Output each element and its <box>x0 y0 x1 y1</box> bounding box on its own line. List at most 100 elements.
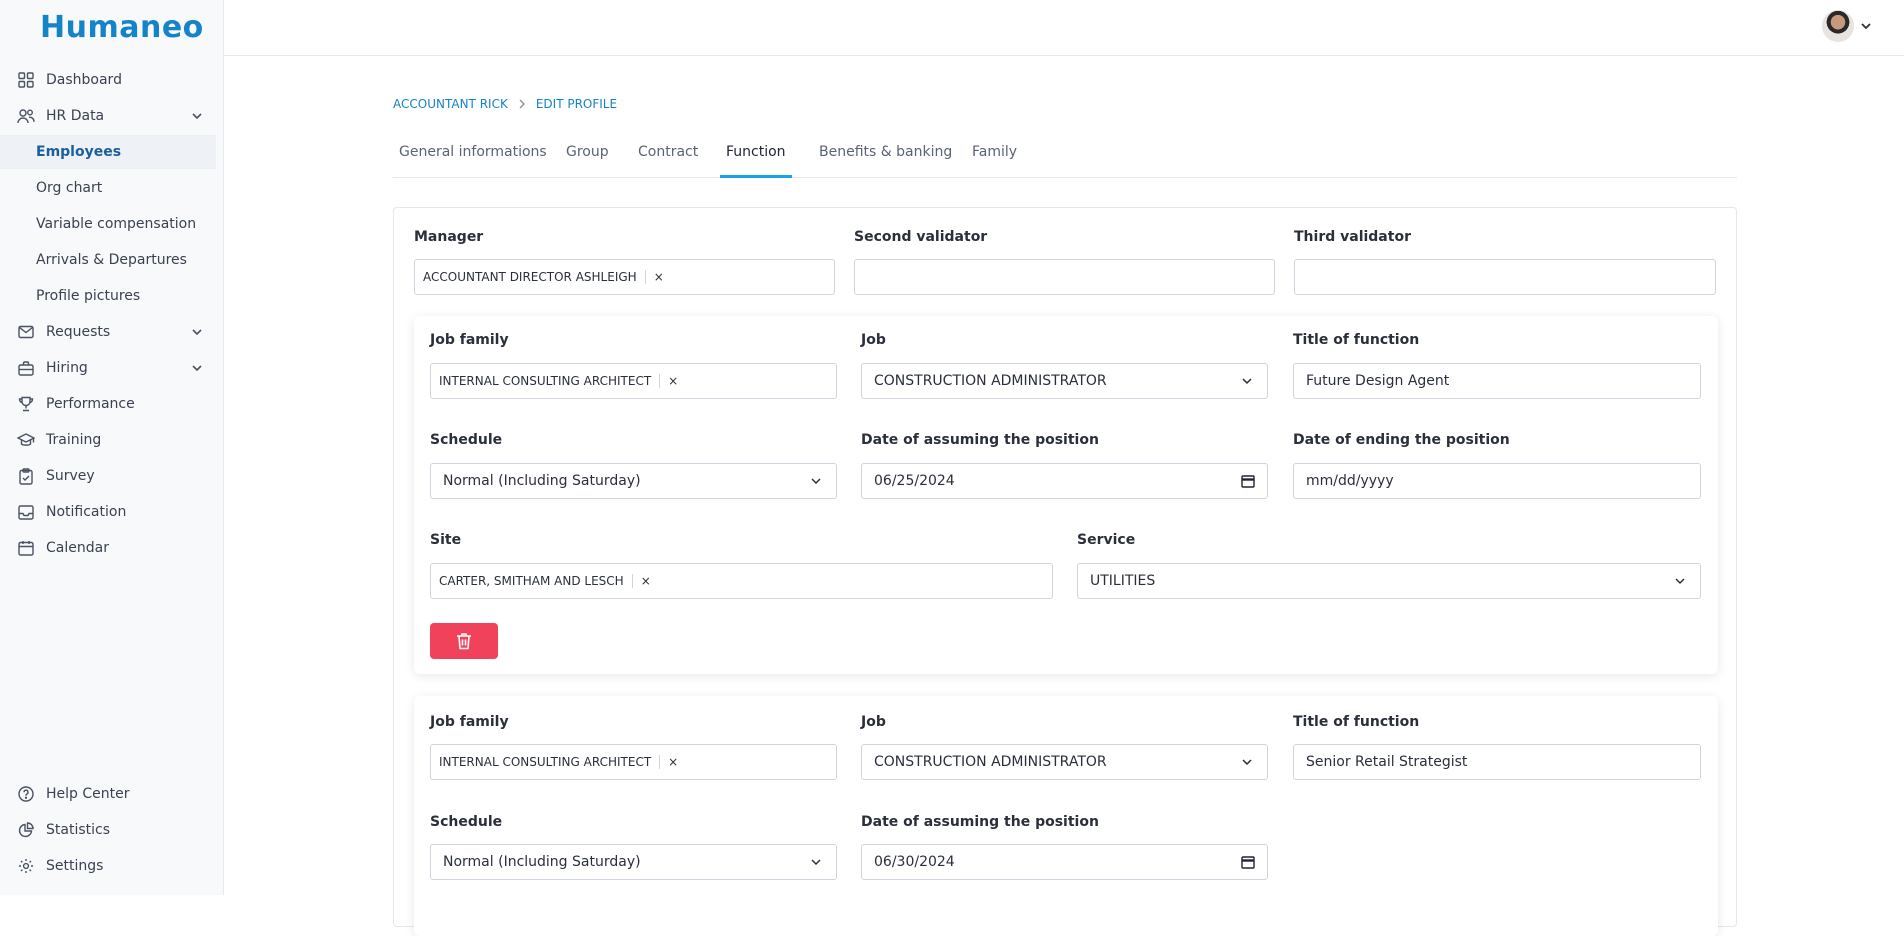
avatar[interactable] <box>1822 10 1854 42</box>
schedule-select[interactable]: Normal (Including Saturday) <box>430 463 837 499</box>
sidebar-item-hr-data[interactable]: HR Data <box>0 98 224 134</box>
job-family-label: Job family <box>430 332 509 348</box>
delete-function-button[interactable] <box>430 623 498 659</box>
site-label: Site <box>430 532 462 548</box>
function-block: Job family INTERNAL CONSULTING ARCHITECT… <box>414 316 1718 674</box>
start-date-input[interactable]: 06/30/2024 <box>861 844 1268 880</box>
remove-tag-button[interactable]: × <box>659 755 678 769</box>
remove-tag-button[interactable]: × <box>659 374 678 388</box>
sidebar-item-label: Calendar <box>46 540 109 556</box>
calendar-icon[interactable] <box>1241 855 1255 869</box>
profile-tabs: General informations Group Contract Func… <box>393 136 1737 178</box>
site-field[interactable]: CARTER, SMITHAM AND LESCH × <box>430 563 1053 599</box>
manager-label: Manager <box>414 229 484 245</box>
help-icon <box>17 785 35 803</box>
start-date-input[interactable]: 06/25/2024 <box>861 463 1268 499</box>
chevron-down-icon <box>810 475 822 487</box>
sidebar-item-survey[interactable]: Survey <box>0 458 224 494</box>
function-card: Manager ACCOUNTANT DIRECTOR ASHLEIGH × S… <box>393 207 1737 936</box>
third-validator-label: Third validator <box>1294 229 1411 245</box>
job-family-field[interactable]: INTERNAL CONSULTING ARCHITECT × <box>430 363 837 399</box>
sidebar-item-statistics[interactable]: Statistics <box>0 812 224 848</box>
tab-family[interactable]: Family <box>966 136 1023 178</box>
sidebar-item-label: Performance <box>46 396 135 412</box>
sidebar-item-label: Training <box>46 432 102 448</box>
sidebar-item-settings[interactable]: Settings <box>0 848 224 884</box>
job-family-field[interactable]: INTERNAL CONSULTING ARCHITECT × <box>430 744 837 780</box>
sidebar-item-training[interactable]: Training <box>0 422 224 458</box>
sidebar-item-label: Hiring <box>46 360 88 376</box>
chevron-down-icon[interactable] <box>191 110 203 122</box>
inbox-icon <box>17 503 35 521</box>
job-family-label: Job family <box>430 714 509 730</box>
sidebar-item-label: Notification <box>46 504 127 520</box>
schedule-select[interactable]: Normal (Including Saturday) <box>430 844 837 880</box>
gear-icon <box>17 857 35 875</box>
tab-contract[interactable]: Contract <box>632 136 704 178</box>
tab-group[interactable]: Group <box>560 136 615 178</box>
title-of-function-input[interactable]: Senior Retail Strategist <box>1293 744 1701 780</box>
clipboard-icon <box>17 467 35 485</box>
function-block: Job family INTERNAL CONSULTING ARCHITECT… <box>414 696 1718 936</box>
site-tag: CARTER, SMITHAM AND LESCH × <box>439 574 651 588</box>
sidebar-item-label: Settings <box>46 858 104 874</box>
chevron-down-icon[interactable] <box>191 362 203 374</box>
breadcrumb-current: EDIT PROFILE <box>535 97 618 111</box>
sidebar-item-employees[interactable]: Employees <box>0 135 216 169</box>
trophy-icon <box>17 395 35 413</box>
service-label: Service <box>1077 532 1136 548</box>
manager-field[interactable]: ACCOUNTANT DIRECTOR ASHLEIGH × <box>414 259 835 295</box>
sidebar-item-label: Help Center <box>46 786 130 802</box>
tab-general-informations[interactable]: General informations <box>393 136 553 178</box>
people-icon <box>17 107 35 125</box>
job-select[interactable]: CONSTRUCTION ADMINISTRATOR <box>861 744 1268 780</box>
title-of-function-label: Title of function <box>1293 332 1420 348</box>
sidebar-item-dashboard[interactable]: Dashboard <box>0 62 224 98</box>
sidebar-item-label: Profile pictures <box>36 288 141 304</box>
trash-icon <box>456 632 472 650</box>
sidebar-item-hiring[interactable]: Hiring <box>0 350 224 386</box>
sidebar-item-help-center[interactable]: Help Center <box>0 776 224 812</box>
sidebar-item-label: Statistics <box>46 822 110 838</box>
tab-function[interactable]: Function <box>720 136 792 178</box>
sidebar-item-label: Survey <box>46 468 95 484</box>
breadcrumb-link[interactable]: ACCOUNTANT RICK <box>393 97 508 111</box>
chevron-down-icon[interactable] <box>191 326 203 338</box>
chevron-down-icon <box>1674 575 1686 587</box>
job-label: Job <box>861 332 886 348</box>
remove-tag-button[interactable]: × <box>631 574 651 588</box>
tab-benefits-banking[interactable]: Benefits & banking <box>813 136 958 178</box>
remove-tag-button[interactable]: × <box>644 270 664 284</box>
top-bar <box>224 0 1904 56</box>
service-select[interactable]: UTILITIES <box>1077 563 1701 599</box>
title-of-function-input[interactable]: Future Design Agent <box>1293 363 1701 399</box>
sidebar-item-profile-pictures[interactable]: Profile pictures <box>0 279 224 313</box>
sidebar-item-label: Variable compensation <box>36 216 197 232</box>
second-validator-field[interactable] <box>854 259 1275 295</box>
chevron-down-icon[interactable] <box>1860 20 1872 32</box>
sidebar-item-performance[interactable]: Performance <box>0 386 224 422</box>
title-of-function-label: Title of function <box>1293 714 1420 730</box>
third-validator-field[interactable] <box>1294 259 1716 295</box>
sidebar-item-requests[interactable]: Requests <box>0 314 224 350</box>
sidebar-item-calendar[interactable]: Calendar <box>0 530 224 566</box>
graduation-cap-icon <box>17 431 35 449</box>
start-date-label: Date of assuming the position <box>861 814 1099 830</box>
job-select[interactable]: CONSTRUCTION ADMINISTRATOR <box>861 363 1268 399</box>
sidebar-item-variable-compensation[interactable]: Variable compensation <box>0 207 224 241</box>
breadcrumb: ACCOUNTANT RICK EDIT PROFILE <box>393 97 617 111</box>
schedule-label: Schedule <box>430 814 503 830</box>
app-logo[interactable]: Humaneo <box>40 10 204 45</box>
job-family-tag: INTERNAL CONSULTING ARCHITECT × <box>439 755 679 769</box>
sidebar-item-org-chart[interactable]: Org chart <box>0 171 224 205</box>
end-date-input[interactable]: mm/dd/yyyy <box>1293 463 1701 499</box>
manager-tag: ACCOUNTANT DIRECTOR ASHLEIGH × <box>423 270 664 284</box>
chevron-down-icon <box>1241 375 1253 387</box>
sidebar-item-notification[interactable]: Notification <box>0 494 224 530</box>
chevron-down-icon <box>1241 756 1253 768</box>
sidebar-item-arrivals-departures[interactable]: Arrivals & Departures <box>0 243 224 277</box>
sidebar: Humaneo Dashboard HR Data Employees Org … <box>0 0 224 895</box>
start-date-label: Date of assuming the position <box>861 432 1099 448</box>
calendar-icon[interactable] <box>1241 474 1255 488</box>
job-label: Job <box>861 714 886 730</box>
